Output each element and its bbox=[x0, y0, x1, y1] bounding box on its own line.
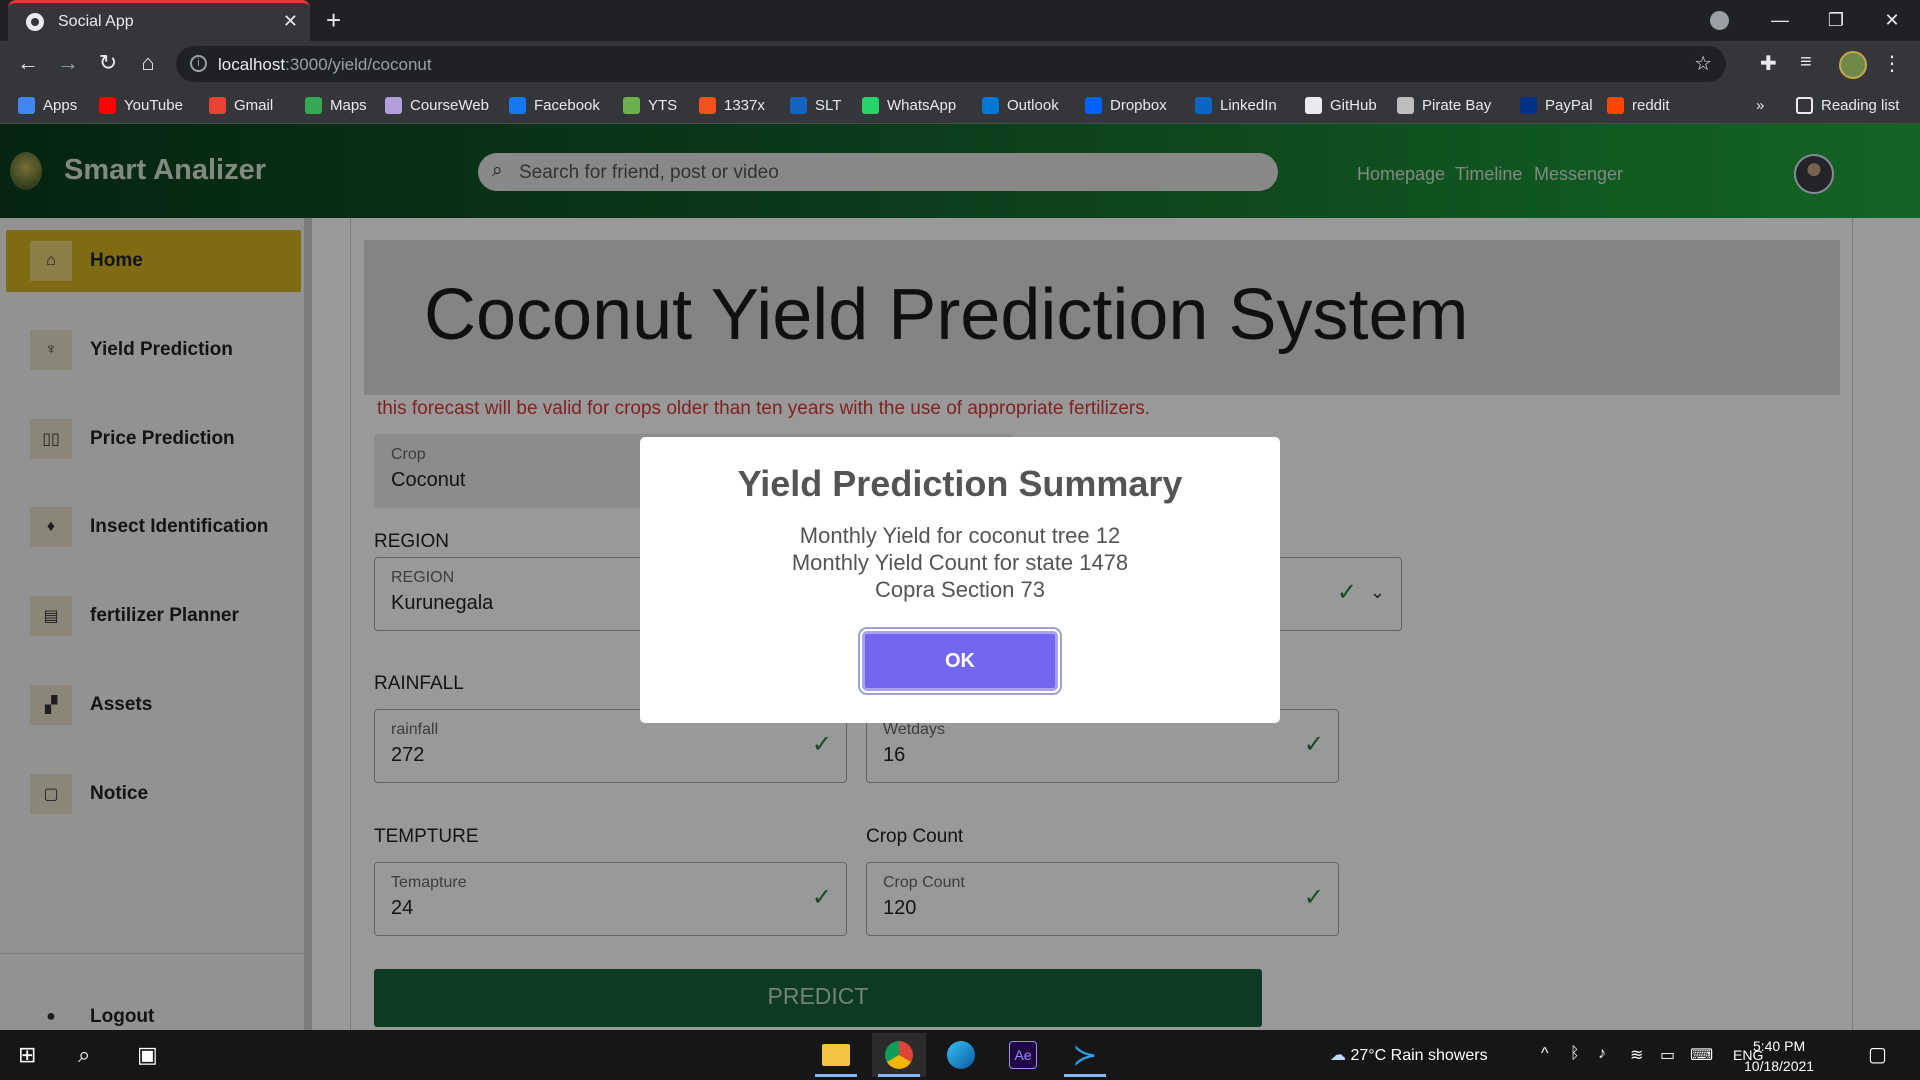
bluetooth-icon[interactable]: ᛒ bbox=[1570, 1045, 1580, 1063]
bookmark-gmail[interactable]: Gmail bbox=[209, 97, 273, 114]
tab-search-icon[interactable] bbox=[1710, 11, 1729, 30]
tab-title: Social App bbox=[58, 13, 134, 30]
reading-list-icon bbox=[1796, 97, 1813, 114]
bookmark-favicon-icon bbox=[1607, 97, 1624, 114]
bookmark-slt[interactable]: SLT bbox=[790, 97, 841, 114]
bookmark-favicon-icon bbox=[18, 97, 35, 114]
minimize-icon[interactable]: — bbox=[1752, 10, 1808, 31]
cloud-icon: ☁ bbox=[1330, 1047, 1346, 1064]
file-explorer-icon[interactable] bbox=[809, 1033, 863, 1077]
close-window-icon[interactable]: ✕ bbox=[1864, 10, 1920, 31]
bookmark-yts[interactable]: YTS bbox=[623, 97, 677, 114]
bookmark-favicon-icon bbox=[1195, 97, 1212, 114]
bookmark-dropbox[interactable]: Dropbox bbox=[1085, 97, 1167, 114]
forward-icon[interactable]: → bbox=[54, 50, 82, 76]
bookmark-github[interactable]: GitHub bbox=[1305, 97, 1377, 114]
reading-list[interactable]: Reading list bbox=[1796, 97, 1899, 114]
bookmark-linkedin[interactable]: LinkedIn bbox=[1195, 97, 1277, 114]
bookmark-youtube[interactable]: YouTube bbox=[99, 97, 183, 114]
dialog-line-copra: Copra Section 73 bbox=[875, 577, 1045, 602]
dialog-line-tree-yield: Monthly Yield for coconut tree 12 bbox=[799, 523, 1121, 548]
vscode-icon[interactable]: ≻ bbox=[1058, 1033, 1112, 1077]
extensions-icon[interactable]: ✚ bbox=[1760, 51, 1777, 76]
chrome-menu-icon[interactable]: ⋮ bbox=[1882, 51, 1902, 76]
site-info-icon[interactable]: i bbox=[190, 55, 207, 72]
keyboard-icon[interactable]: ⌨ bbox=[1690, 1045, 1713, 1065]
browser-tab-strip: Social App ✕ + — ❐ ✕ bbox=[0, 0, 1920, 41]
chrome-favicon-icon bbox=[26, 13, 44, 31]
clock-date: 10/18/2021 bbox=[1744, 1058, 1815, 1074]
bookmark-facebook[interactable]: Facebook bbox=[509, 97, 600, 114]
search-icon[interactable]: ⌕ bbox=[78, 1042, 90, 1068]
edge-icon[interactable] bbox=[934, 1033, 988, 1077]
yield-summary-dialog: Yield Prediction Summary Monthly Yield f… bbox=[640, 437, 1280, 723]
bookmarks-bar: Apps YouTube Gmail Maps CourseWeb Facebook YTS… bbox=[0, 88, 1920, 124]
bookmark-favicon-icon bbox=[862, 97, 879, 114]
chrome-icon[interactable] bbox=[872, 1033, 926, 1077]
notifications-icon[interactable]: ▢ bbox=[1868, 1042, 1887, 1067]
bookmark-favicon-icon bbox=[1085, 97, 1102, 114]
bookmark-favicon-icon bbox=[790, 97, 807, 114]
show-hidden-icons-icon[interactable]: ^ bbox=[1541, 1045, 1549, 1063]
battery-icon[interactable]: ▭ bbox=[1660, 1045, 1675, 1065]
bookmark-favicon-icon bbox=[1305, 97, 1322, 114]
bookmark-favicon-icon bbox=[385, 97, 402, 114]
bookmark-favicon-icon bbox=[982, 97, 999, 114]
bookmark-reddit[interactable]: reddit bbox=[1607, 97, 1670, 114]
back-icon[interactable]: ← bbox=[14, 50, 42, 76]
windows-start-icon[interactable]: ⊞ bbox=[18, 1042, 36, 1068]
bookmark-favicon-icon bbox=[699, 97, 716, 114]
bookmark-favicon-icon bbox=[209, 97, 226, 114]
bookmark-courseweb[interactable]: CourseWeb bbox=[385, 97, 489, 114]
close-tab-icon[interactable]: ✕ bbox=[283, 11, 298, 32]
bookmark-favicon-icon bbox=[99, 97, 116, 114]
weather-widget[interactable]: ☁ 27°C Rain showers bbox=[1330, 1045, 1488, 1065]
ok-button[interactable]: OK bbox=[860, 629, 1060, 693]
after-effects-icon[interactable]: Ae bbox=[996, 1033, 1050, 1077]
bookmark-star-icon[interactable]: ☆ bbox=[1694, 51, 1712, 76]
dialog-line-state-count: Monthly Yield Count for state 1478 bbox=[791, 550, 1129, 575]
windows-taskbar: ⊞ ⌕ ▣ Ae ≻ ☁ 27°C Rain showers ^ ᛒ ♪ ≋ ▭… bbox=[0, 1030, 1920, 1080]
bookmark-favicon-icon bbox=[509, 97, 526, 114]
task-view-icon[interactable]: ▣ bbox=[137, 1042, 158, 1068]
url-text: localhost:3000/yield/coconut bbox=[218, 55, 432, 74]
clock[interactable]: 5:40 PM 10/18/2021 bbox=[1744, 1036, 1814, 1076]
wifi-icon[interactable]: ≋ bbox=[1630, 1045, 1643, 1065]
restore-icon[interactable]: ❐ bbox=[1808, 10, 1864, 31]
bookmark-favicon-icon bbox=[1397, 97, 1414, 114]
more-bookmarks-icon[interactable]: » bbox=[1756, 97, 1764, 114]
home-page-icon[interactable]: ⌂ bbox=[134, 50, 162, 76]
dialog-title: Yield Prediction Summary bbox=[737, 463, 1183, 504]
bookmark-paypal[interactable]: PayPal bbox=[1520, 97, 1593, 114]
browser-toolbar: ← → ↻ ⌂ i localhost:3000/yield/coconut ☆… bbox=[0, 41, 1920, 88]
bookmark-1337x[interactable]: 1337x bbox=[699, 97, 765, 114]
address-bar[interactable]: i localhost:3000/yield/coconut ☆ bbox=[176, 46, 1726, 82]
reload-icon[interactable]: ↻ bbox=[94, 50, 122, 76]
media-icon[interactable]: ≡ bbox=[1800, 51, 1812, 74]
chrome-profile-avatar[interactable] bbox=[1839, 51, 1867, 79]
bookmark-outlook[interactable]: Outlook bbox=[982, 97, 1059, 114]
browser-tab[interactable]: Social App ✕ bbox=[8, 0, 310, 41]
bookmark-favicon-icon bbox=[1520, 97, 1537, 114]
volume-icon[interactable]: ♪ bbox=[1598, 1045, 1606, 1063]
window-controls: — ❐ ✕ bbox=[1752, 0, 1920, 41]
bookmark-pirate-bay[interactable]: Pirate Bay bbox=[1397, 97, 1491, 114]
bookmark-maps[interactable]: Maps bbox=[305, 97, 367, 114]
clock-time: 5:40 PM bbox=[1752, 1038, 1806, 1054]
bookmark-favicon-icon bbox=[623, 97, 640, 114]
new-tab-icon[interactable]: + bbox=[326, 5, 341, 36]
bookmark-whatsapp[interactable]: WhatsApp bbox=[862, 97, 956, 114]
bookmark-favicon-icon bbox=[305, 97, 322, 114]
bookmark-apps[interactable]: Apps bbox=[18, 97, 77, 114]
